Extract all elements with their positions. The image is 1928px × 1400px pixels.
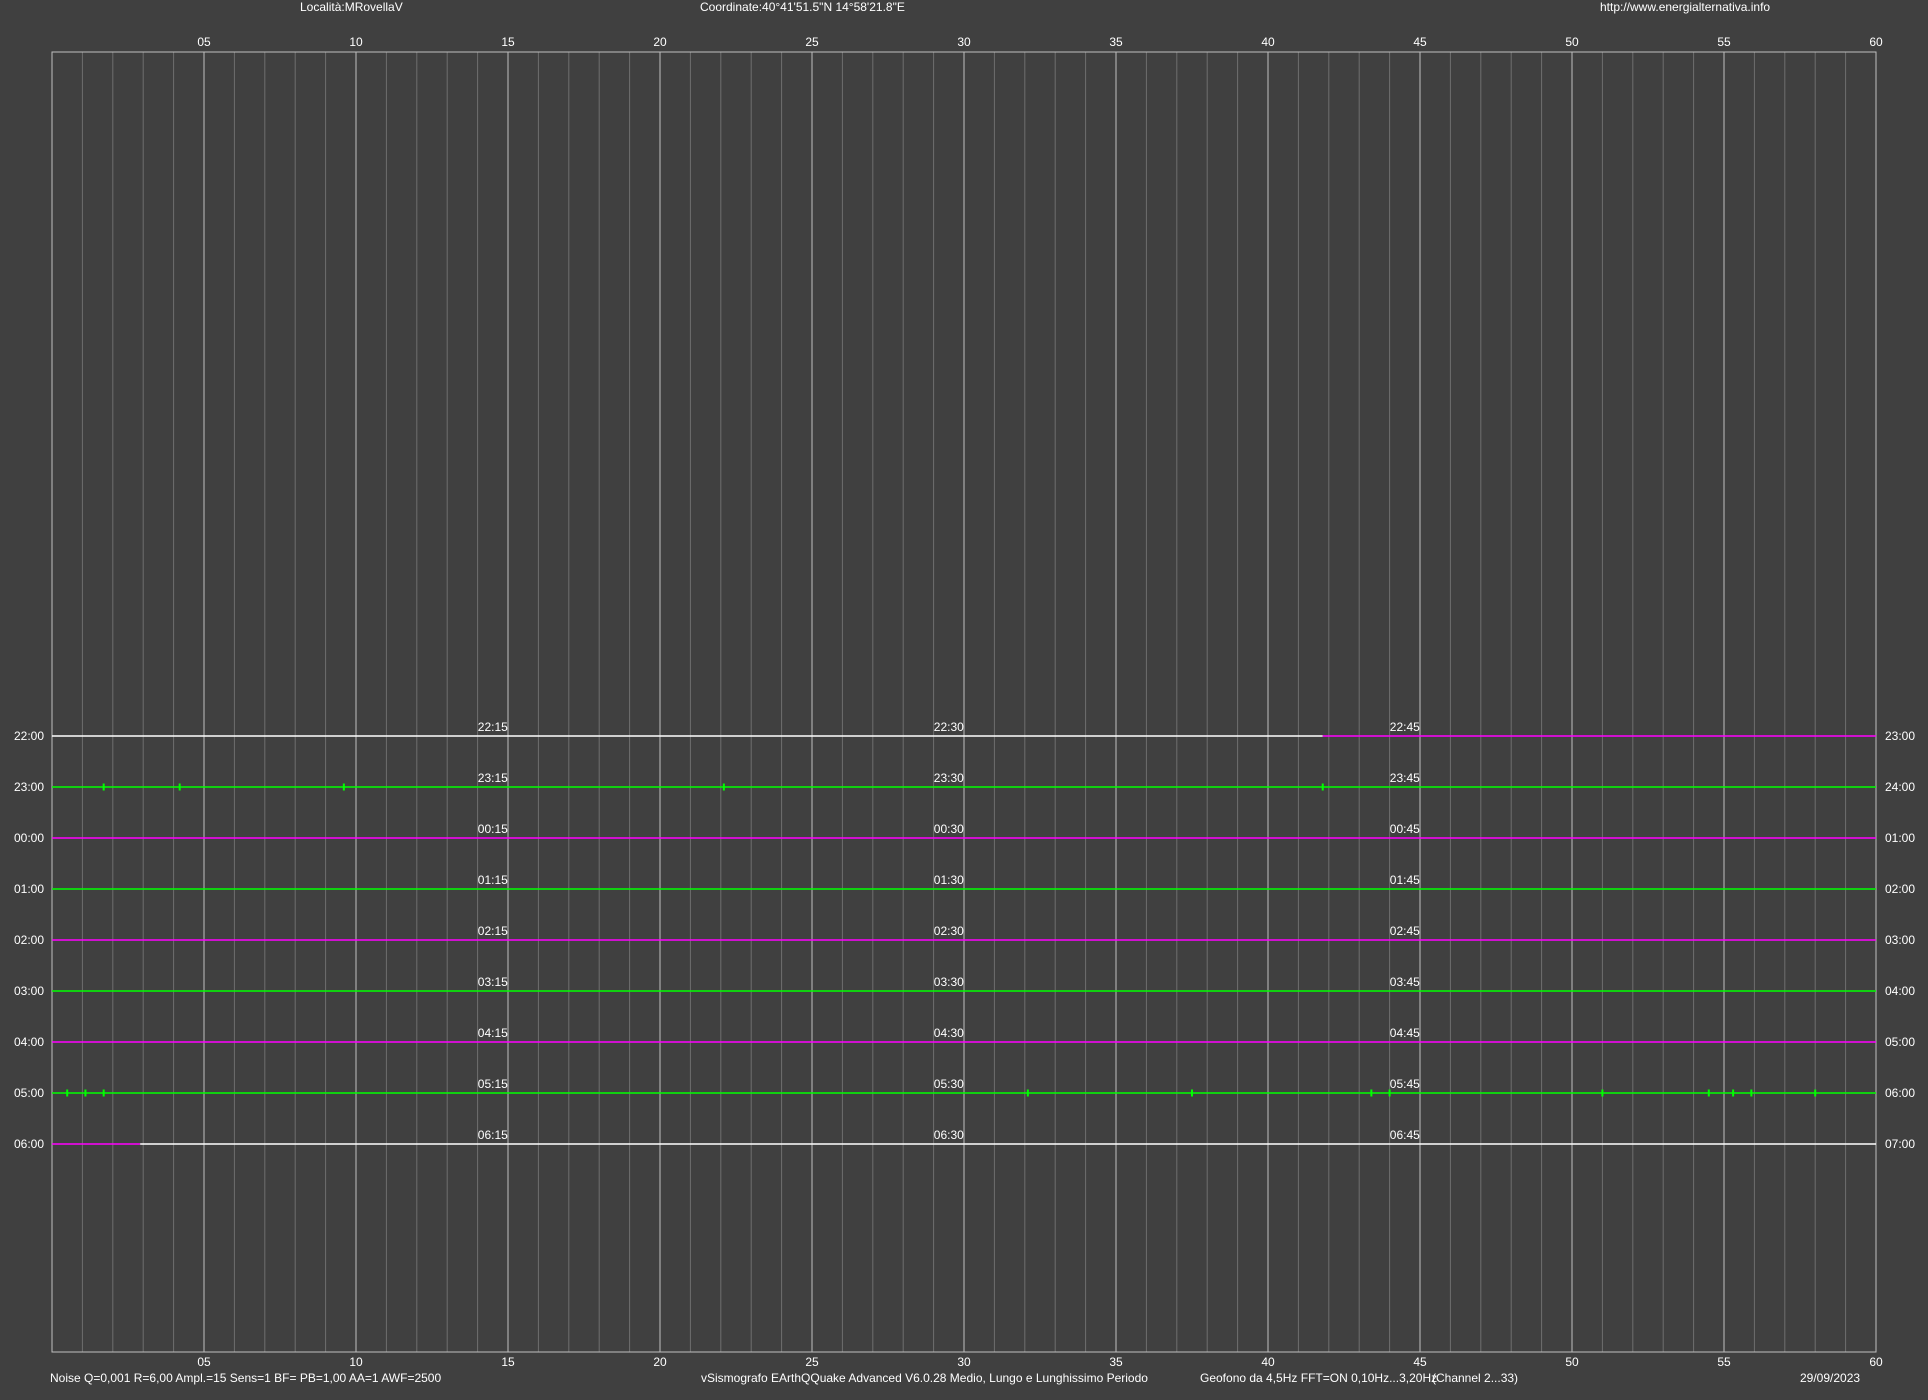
x-tick-label-top: 05 (197, 35, 211, 49)
row-quarter-mark: 03:45 (1390, 975, 1420, 989)
row-quarter-mark: 04:45 (1390, 1026, 1420, 1040)
x-tick-label-top: 10 (349, 35, 363, 49)
x-tick-label-bottom: 55 (1717, 1355, 1731, 1369)
x-tick-label-bottom: 25 (805, 1355, 819, 1369)
row-quarter-mark: 23:15 (478, 771, 508, 785)
row-time-left: 02:00 (14, 933, 44, 947)
row-time-left: 04:00 (14, 1035, 44, 1049)
row-quarter-mark: 00:45 (1390, 822, 1420, 836)
channel-label: (Channel 2...33) (1432, 1371, 1519, 1385)
row-time-left: 00:00 (14, 831, 44, 845)
x-tick-label-bottom: 05 (197, 1355, 211, 1369)
row-quarter-mark: 00:30 (934, 822, 964, 836)
row-quarter-mark: 01:45 (1390, 873, 1420, 887)
row-quarter-mark: 00:15 (478, 822, 508, 836)
x-tick-label-bottom: 60 (1869, 1355, 1883, 1369)
row-quarter-mark: 06:15 (478, 1128, 508, 1142)
x-tick-label-bottom: 15 (501, 1355, 515, 1369)
row-time-left: 06:00 (14, 1137, 44, 1151)
row-quarter-mark: 03:15 (478, 975, 508, 989)
row-time-right: 24:00 (1885, 780, 1915, 794)
row-time-right: 05:00 (1885, 1035, 1915, 1049)
x-tick-label-bottom: 40 (1261, 1355, 1275, 1369)
seismogram-screen: Località:MRovellaV Coordinate:40°41'51.5… (0, 0, 1928, 1400)
x-tick-label-bottom: 20 (653, 1355, 667, 1369)
settings-label: Noise Q=0,001 R=6,00 Ampl.=15 Sens=1 BF=… (50, 1371, 442, 1385)
row-quarter-mark: 01:15 (478, 873, 508, 887)
row-quarter-mark: 05:15 (478, 1077, 508, 1091)
row-quarter-mark: 04:30 (934, 1026, 964, 1040)
x-tick-label-top: 30 (957, 35, 971, 49)
x-tick-label-top: 15 (501, 35, 515, 49)
row-time-right: 01:00 (1885, 831, 1915, 845)
x-tick-label-top: 40 (1261, 35, 1275, 49)
row-time-right: 02:00 (1885, 882, 1915, 896)
x-tick-label-top: 60 (1869, 35, 1883, 49)
row-quarter-mark: 02:15 (478, 924, 508, 938)
row-quarter-mark: 06:45 (1390, 1128, 1420, 1142)
row-quarter-mark: 03:30 (934, 975, 964, 989)
x-tick-label-bottom: 45 (1413, 1355, 1427, 1369)
row-quarter-mark: 23:30 (934, 771, 964, 785)
x-tick-label-top: 25 (805, 35, 819, 49)
x-tick-label-bottom: 30 (957, 1355, 971, 1369)
date-label: 29/09/2023 (1800, 1371, 1861, 1385)
row-time-right: 03:00 (1885, 933, 1915, 947)
row-quarter-mark: 01:30 (934, 873, 964, 887)
row-quarter-mark: 02:45 (1390, 924, 1420, 938)
seismogram-chart: 05 05 10 10 15 15 20 20 25 25 30 30 35 35 40 40 45 45 50 50… (14, 35, 1915, 1369)
row-quarter-mark: 02:30 (934, 924, 964, 938)
sensor-label: Geofono da 4,5Hz FFT=ON 0,10Hz...3,20Hz (1200, 1371, 1438, 1385)
row-time-left: 03:00 (14, 984, 44, 998)
x-tick-label-bottom: 10 (349, 1355, 363, 1369)
row-quarter-mark: 22:15 (478, 720, 508, 734)
x-tick-label-top: 50 (1565, 35, 1579, 49)
x-tick-label-bottom: 35 (1109, 1355, 1123, 1369)
x-tick-label-top: 55 (1717, 35, 1731, 49)
x-tick-label-top: 35 (1109, 35, 1123, 49)
row-time-right: 07:00 (1885, 1137, 1915, 1151)
x-tick-label-top: 45 (1413, 35, 1427, 49)
row-quarter-mark: 04:15 (478, 1026, 508, 1040)
row-quarter-mark: 23:45 (1390, 771, 1420, 785)
row-time-right: 06:00 (1885, 1086, 1915, 1100)
row-quarter-mark: 06:30 (934, 1128, 964, 1142)
row-time-left: 05:00 (14, 1086, 44, 1100)
row-time-left: 23:00 (14, 780, 44, 794)
row-quarter-mark: 05:30 (934, 1077, 964, 1091)
row-quarter-mark: 22:30 (934, 720, 964, 734)
row-time-left: 22:00 (14, 729, 44, 743)
row-time-left: 01:00 (14, 882, 44, 896)
software-label: vSismografo EArthQQuake Advanced V6.0.28… (701, 1371, 1148, 1385)
x-tick-label-bottom: 50 (1565, 1355, 1579, 1369)
row-time-right: 04:00 (1885, 984, 1915, 998)
row-quarter-mark: 05:45 (1390, 1077, 1420, 1091)
row-time-right: 23:00 (1885, 729, 1915, 743)
row-quarter-mark: 22:45 (1390, 720, 1420, 734)
x-tick-label-top: 20 (653, 35, 667, 49)
